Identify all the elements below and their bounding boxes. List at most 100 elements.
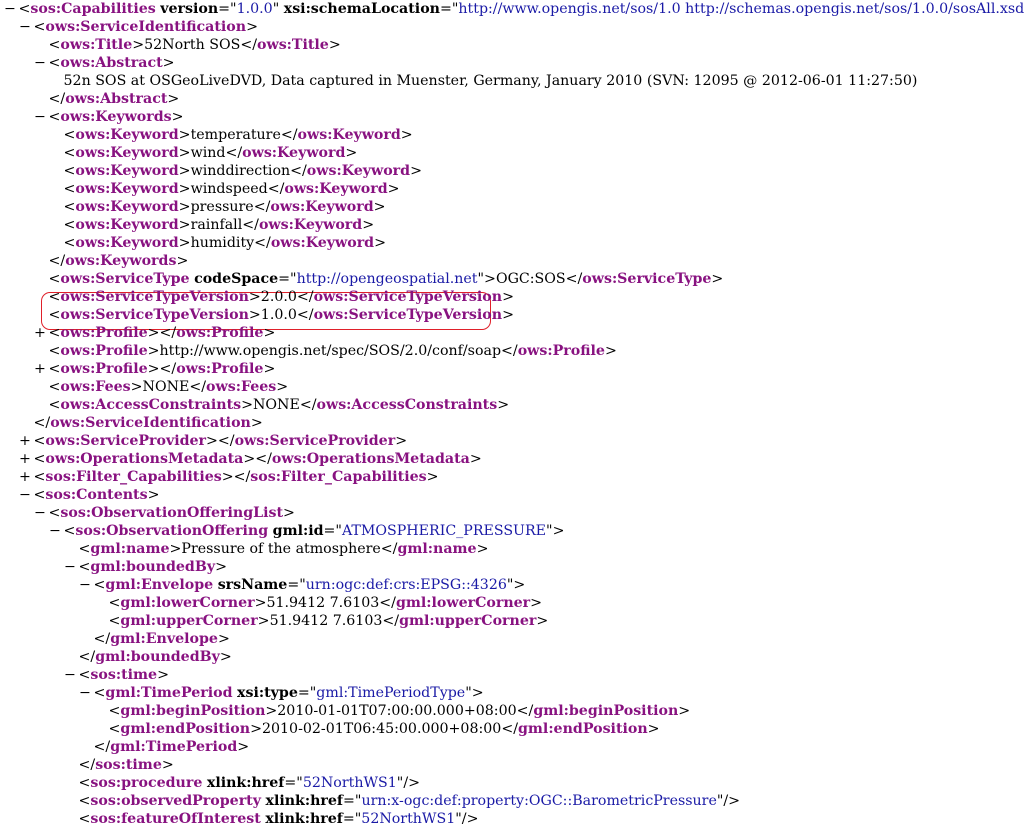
xml-text-content: NONE [142, 379, 190, 395]
collapse-toggle-icon[interactable]: − [4, 0, 16, 18]
xml-text-content: 51.9412 7.6103 [266, 595, 380, 611]
xml-line: + <sos:Filter_Capabilities></sos:Filter_… [19, 468, 439, 486]
expand-toggle-icon[interactable]: + [19, 432, 31, 450]
xml-punctuation: < [48, 379, 61, 395]
xml-line: </ows:Keywords> [34, 252, 189, 270]
xml-line: − <gml:boundedBy> [64, 558, 227, 576]
xml-punctuation: < [48, 325, 61, 341]
xml-line: <gml:lowerCorner>51.9412 7.6103</gml:low… [94, 594, 543, 612]
collapse-toggle-icon[interactable]: − [34, 54, 46, 72]
xml-attribute-value: 52NorthWS1 [302, 775, 397, 791]
xml-punctuation: < [63, 181, 76, 197]
xml-tag-name: ows:Keyword [75, 163, 179, 179]
expand-toggle-icon[interactable]: + [19, 468, 31, 486]
xml-line: <ows:Keyword>temperature</ows:Keyword> [49, 126, 413, 144]
xml-punctuation: </ [253, 199, 271, 215]
expand-toggle-icon[interactable]: + [19, 450, 31, 468]
xml-line: <ows:Title>52North SOS</ows:Title> [34, 36, 341, 54]
xml-closing-tag-name: ows:Keyword [270, 199, 374, 215]
xml-line: <ows:ServiceTypeVersion>2.0.0</ows:Servi… [34, 288, 514, 306]
xml-punctuation: </ [255, 451, 272, 467]
xml-punctuation: > [276, 379, 289, 395]
collapse-toggle-icon[interactable]: − [34, 504, 46, 522]
xml-text-content: OGC:SOS [495, 271, 566, 287]
xml-punctuation: < [63, 199, 76, 215]
xml-line: <ows:Profile>http://www.opengis.net/spec… [34, 342, 617, 360]
xml-text-content: rainfall [190, 217, 243, 233]
xml-punctuation: > [130, 379, 143, 395]
xml-punctuation: =" [343, 793, 362, 809]
xml-punctuation: < [33, 451, 46, 467]
xml-punctuation: > [374, 235, 386, 251]
xml-closing-tag-name: ows:Keyword [297, 127, 401, 143]
xml-line: − <sos:ObservationOffering gml:id="ATMOS… [49, 522, 564, 540]
collapse-toggle-icon[interactable]: − [19, 18, 31, 36]
xml-punctuation: </ [565, 271, 583, 287]
xml-punctuation: < [108, 613, 121, 629]
collapse-toggle-icon[interactable]: − [19, 486, 31, 504]
xml-tag-name: sos:observedProperty [90, 793, 261, 809]
xml-tag-name: sos:Contents [45, 487, 148, 503]
xml-punctuation: < [48, 397, 61, 413]
xml-punctuation: < [48, 109, 61, 125]
xml-line: </gml:boundedBy> [64, 648, 232, 666]
xml-tag-name: ows:Keywords [60, 109, 172, 125]
xml-line: − <gml:TimePeriod xsi:type="gml:TimePeri… [79, 684, 484, 702]
xml-punctuation: < [48, 505, 61, 521]
xml-text-content: temperature [190, 127, 281, 143]
xml-tag-name: gml:boundedBy [90, 559, 216, 575]
xml-closing-tag-name: ows:Keyword [306, 163, 411, 179]
collapse-toggle-icon[interactable]: − [79, 576, 91, 594]
xml-punctuation: < [108, 703, 121, 719]
xml-line: − <sos:time> [64, 666, 169, 684]
xml-text-content: NONE [253, 397, 300, 413]
collapse-toggle-icon[interactable]: − [64, 558, 76, 576]
xml-punctuation: < [78, 667, 91, 683]
xml-punctuation: < [63, 145, 76, 161]
collapse-toggle-icon[interactable]: − [79, 684, 91, 702]
xml-line: + <ows:ServiceProvider></ows:ServiceProv… [19, 432, 407, 450]
xml-punctuation: < [33, 19, 46, 35]
xml-tag-name: ows:Keyword [75, 127, 179, 143]
xml-closing-tag-name: gml:TimePeriod [110, 739, 238, 755]
xml-punctuation: > [147, 361, 160, 377]
xml-punctuation: </ [78, 757, 96, 773]
xml-line: 52n SOS at OSGeoLiveDVD, Data captured i… [49, 72, 918, 90]
xml-punctuation: < [48, 361, 61, 377]
collapse-toggle-icon[interactable]: − [34, 108, 46, 126]
xml-punctuation: > [206, 433, 218, 449]
xml-punctuation: > [161, 757, 174, 773]
xml-attribute-name: xlink:href [206, 775, 285, 791]
xml-punctuation: > [263, 325, 276, 341]
xml-punctuation: < [48, 343, 61, 359]
expand-toggle-icon[interactable]: + [34, 360, 46, 378]
xml-punctuation: < [93, 577, 106, 593]
collapse-toggle-icon[interactable]: − [49, 522, 61, 540]
xml-closing-tag-name: ows:Title [257, 37, 329, 53]
xml-punctuation: > [217, 631, 230, 647]
xml-text-content: humidity [190, 235, 255, 251]
xml-attribute-name: xlink:href [265, 793, 344, 809]
xml-text-content: 51.9412 7.6103 [269, 613, 383, 629]
xml-punctuation: < [18, 1, 31, 17]
xml-punctuation: < [78, 559, 91, 575]
expand-toggle-icon[interactable]: + [34, 324, 46, 342]
xml-punctuation: > [471, 685, 484, 701]
xml-punctuation: </ [296, 289, 314, 305]
xml-closing-tag-name: ows:Keyword [258, 217, 363, 233]
xml-attribute-name: srsName [217, 577, 288, 593]
xml-tag-name: ows:Profile [60, 325, 148, 341]
xml-punctuation: > [400, 127, 413, 143]
xml-tag-name: gml:name [90, 541, 170, 557]
xml-punctuation: > [283, 505, 295, 521]
xml-attribute-name: codeSpace [194, 271, 279, 287]
xml-punctuation: > [536, 613, 549, 629]
collapse-toggle-icon[interactable]: − [64, 666, 76, 684]
xml-punctuation: </ [380, 541, 398, 557]
xml-closing-tag-name: ows:ServiceIdentification [50, 415, 251, 431]
xml-tag-name: ows:Profile [60, 361, 148, 377]
xml-closing-tag-name: ows:Keyword [270, 235, 375, 251]
xml-tag-name: gml:endPosition [120, 721, 251, 737]
xml-punctuation: > [410, 163, 422, 179]
xml-punctuation: </ [299, 397, 317, 413]
